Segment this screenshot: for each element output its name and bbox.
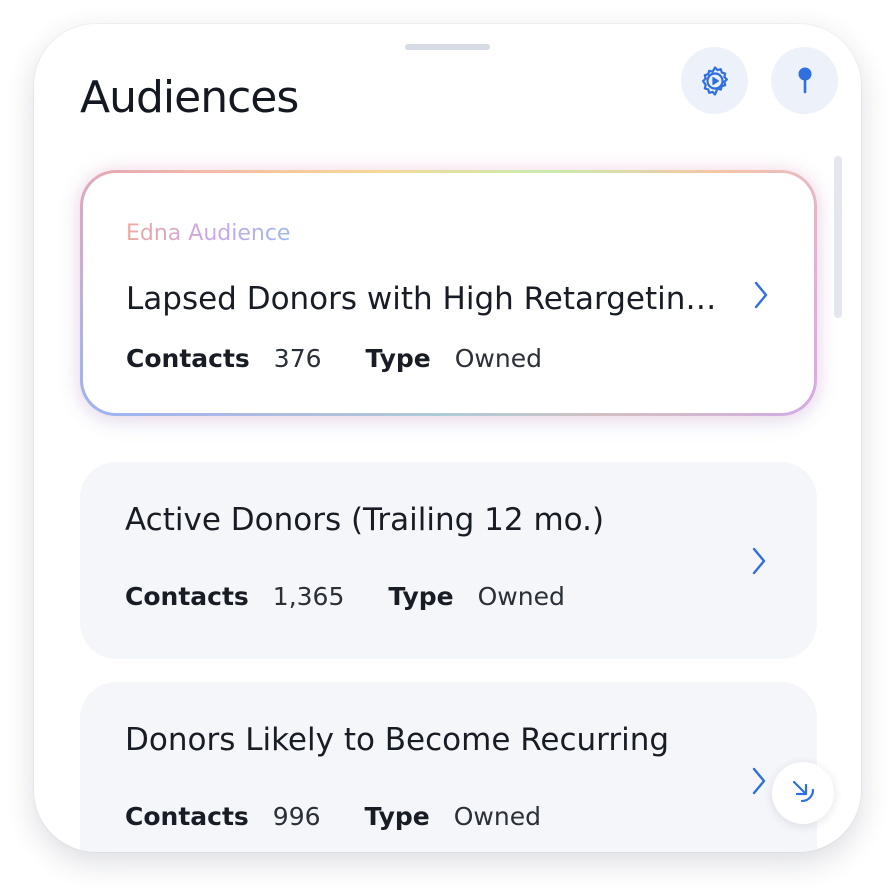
audience-meta: Contacts 996 Type Owned	[125, 802, 585, 831]
audience-name: Lapsed Donors with High Retargeting Pote…	[126, 281, 726, 317]
scrollbar[interactable]	[834, 156, 842, 318]
audience-card[interactable]: Donors Likely to Become Recurring Contac…	[80, 682, 817, 852]
type-value: Owned	[454, 344, 542, 373]
type-label: Type	[364, 802, 430, 831]
audience-card-featured[interactable]: Edna Audience Lapsed Donors with High Re…	[80, 170, 817, 416]
type-label: Type	[365, 344, 431, 373]
chevron-right-icon[interactable]	[750, 546, 768, 576]
contacts-count: 376	[273, 344, 322, 373]
pin-button[interactable]	[771, 47, 838, 114]
contacts-label: Contacts	[125, 802, 249, 831]
chevron-right-icon[interactable]	[752, 280, 770, 310]
drag-handle[interactable]	[405, 44, 490, 50]
settings-play-icon	[698, 64, 732, 98]
contacts-label: Contacts	[126, 344, 250, 373]
contacts-count: 1,365	[272, 582, 345, 611]
audience-name: Donors Likely to Become Recurring	[125, 722, 670, 758]
audience-card[interactable]: Active Donors (Trailing 12 mo.) Contacts…	[80, 462, 817, 659]
page-title: Audiences	[80, 72, 299, 123]
expand-button[interactable]	[772, 762, 834, 824]
audiences-panel: Audiences Edna Audience Lapsed Donors wi…	[34, 24, 861, 852]
contacts-count: 996	[272, 802, 321, 831]
chevron-right-icon[interactable]	[750, 766, 768, 796]
type-value: Owned	[477, 582, 565, 611]
audience-name: Active Donors (Trailing 12 mo.)	[125, 502, 605, 538]
audience-meta: Contacts 376 Type Owned	[126, 344, 586, 373]
pin-icon	[795, 66, 815, 96]
type-label: Type	[388, 582, 454, 611]
edna-audience-badge: Edna Audience	[126, 221, 291, 246]
type-value: Owned	[453, 802, 541, 831]
settings-button[interactable]	[681, 47, 748, 114]
contacts-label: Contacts	[125, 582, 249, 611]
audience-meta: Contacts 1,365 Type Owned	[125, 582, 609, 611]
arrow-down-right-icon	[788, 776, 818, 810]
